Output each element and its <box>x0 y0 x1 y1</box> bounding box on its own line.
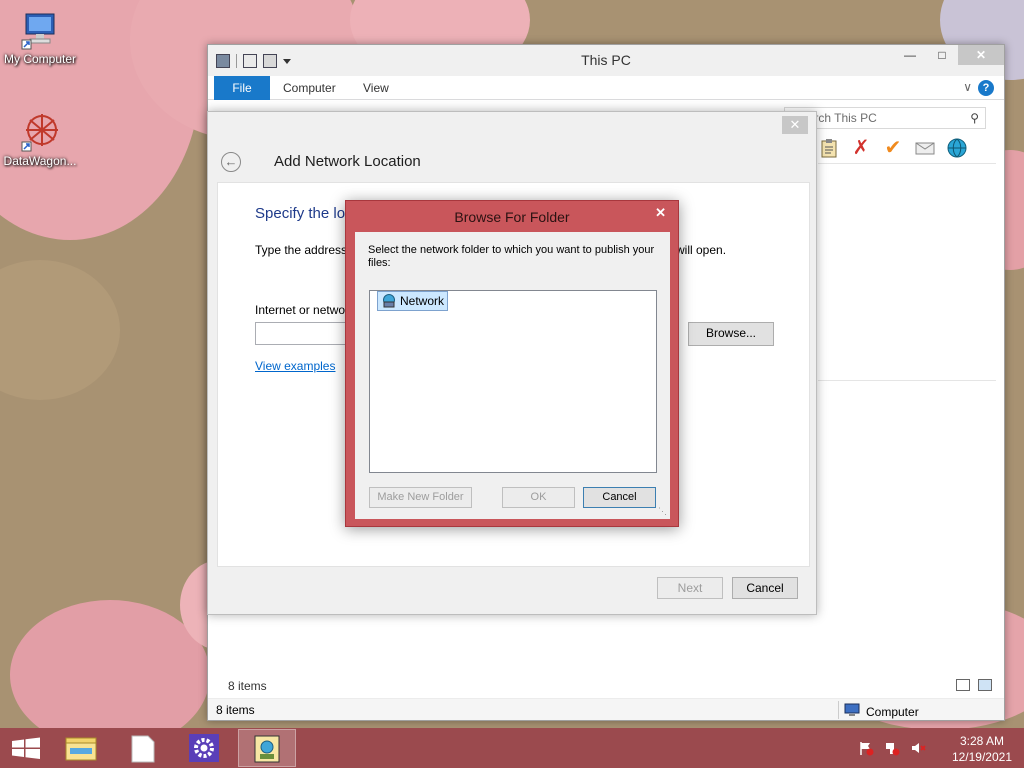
network-status-icon[interactable] <box>884 740 900 756</box>
item-count: 8 items <box>228 679 267 693</box>
view-examples-link[interactable]: View examples <box>255 359 335 373</box>
taskbar-document[interactable] <box>114 729 172 767</box>
gear-icon <box>189 734 219 762</box>
browse-for-folder-dialog: Browse For Folder ✕ Select the network f… <box>345 200 679 527</box>
status-bar: 8 items Computer <box>208 698 1004 720</box>
delete-icon[interactable]: ✗ <box>850 137 872 159</box>
next-button[interactable]: Next <box>657 577 723 599</box>
desktop-icon-label: My Computer <box>3 52 77 66</box>
instruction-tail: will open. <box>676 243 727 257</box>
globe-icon[interactable] <box>946 137 968 159</box>
desktop-icon-my-computer[interactable]: My Computer <box>0 10 80 66</box>
wizard-heading: Specify the lo <box>255 205 346 222</box>
expand-ribbon-icon[interactable]: ∨ <box>963 80 972 94</box>
clock-date: 12/19/2021 <box>951 750 1012 764</box>
close-icon[interactable]: ✕ <box>655 205 666 221</box>
address-label: Internet or netwo <box>255 303 346 317</box>
status-item-count: 8 items <box>216 703 255 717</box>
ok-button[interactable]: OK <box>502 487 575 508</box>
taskbar-clock[interactable]: 3:28 AM 12/19/2021 <box>952 733 1012 765</box>
make-new-folder-button[interactable]: Make New Folder <box>369 487 472 508</box>
action-center-flag-icon[interactable] <box>858 740 874 756</box>
blank-document-icon <box>131 735 155 763</box>
explorer-titlebar[interactable]: This PC — □ ✕ <box>208 45 1004 76</box>
resize-grip-icon[interactable]: ⋱ <box>658 506 667 517</box>
dialog-title: Browse For Folder <box>454 209 570 225</box>
close-button[interactable]: ✕ <box>782 116 808 134</box>
tab-view[interactable]: View <box>363 76 389 100</box>
ribbon-tabs: File Computer View ∨ ? <box>208 76 1004 100</box>
divider <box>818 380 996 381</box>
view-switcher <box>956 679 992 691</box>
help-icon[interactable]: ? <box>978 80 994 96</box>
browse-button[interactable]: Browse... <box>688 322 774 346</box>
back-arrow-icon[interactable]: ← <box>221 152 241 172</box>
windows-logo-icon <box>12 737 40 759</box>
system-tray <box>858 740 926 756</box>
tab-file[interactable]: File <box>214 76 270 100</box>
search-icon[interactable]: ⚲ <box>970 108 979 128</box>
dialog-body: Select the network folder to which you w… <box>355 232 670 519</box>
tab-computer[interactable]: Computer <box>283 76 336 100</box>
dialog-description: Select the network folder to which you w… <box>368 244 655 269</box>
minimize-button[interactable]: — <box>894 45 926 65</box>
network-wizard-icon <box>254 735 280 763</box>
dialog-title: Add Network Location <box>274 153 421 170</box>
network-icon <box>381 294 397 308</box>
clock-time: 3:28 AM <box>959 734 1004 748</box>
window-title: This PC <box>581 52 631 68</box>
status-divider <box>838 701 839 719</box>
maximize-button[interactable]: □ <box>926 45 958 65</box>
desktop-icon-label: DataWagon... <box>3 154 77 168</box>
computer-icon <box>844 703 860 720</box>
folder-tree[interactable]: Network <box>369 290 657 473</box>
datawagon-icon <box>20 112 60 152</box>
tree-item-label: Network <box>400 294 445 308</box>
clipboard-icon[interactable] <box>818 137 840 159</box>
envelope-icon[interactable] <box>914 137 936 159</box>
status-location: Computer <box>844 703 919 720</box>
details-view-icon[interactable] <box>956 679 970 691</box>
cancel-button[interactable]: Cancel <box>583 487 656 508</box>
computer-icon <box>20 10 60 50</box>
taskbar: 3:28 AM 12/19/2021 <box>0 728 1024 768</box>
taskbar-file-explorer[interactable] <box>52 729 110 767</box>
tree-item-network[interactable]: Network <box>377 291 449 311</box>
taskbar-network-wizard[interactable] <box>238 729 296 767</box>
divider <box>818 163 996 164</box>
window-controls: — □ ✕ <box>894 45 1004 65</box>
checkmark-icon[interactable]: ✔ <box>882 137 904 159</box>
large-icons-view-icon[interactable] <box>978 679 992 691</box>
status-location-label: Computer <box>866 704 919 719</box>
start-button[interactable] <box>0 729 58 767</box>
taskbar-settings[interactable] <box>176 729 234 767</box>
cancel-button[interactable]: Cancel <box>732 577 798 599</box>
desktop-icon-datawagon[interactable]: DataWagon... <box>0 112 80 168</box>
custom-toolbar: ✗ ✔ <box>818 137 968 159</box>
folder-icon <box>65 737 97 761</box>
volume-muted-icon[interactable] <box>910 740 926 756</box>
close-button[interactable]: ✕ <box>958 45 1004 65</box>
